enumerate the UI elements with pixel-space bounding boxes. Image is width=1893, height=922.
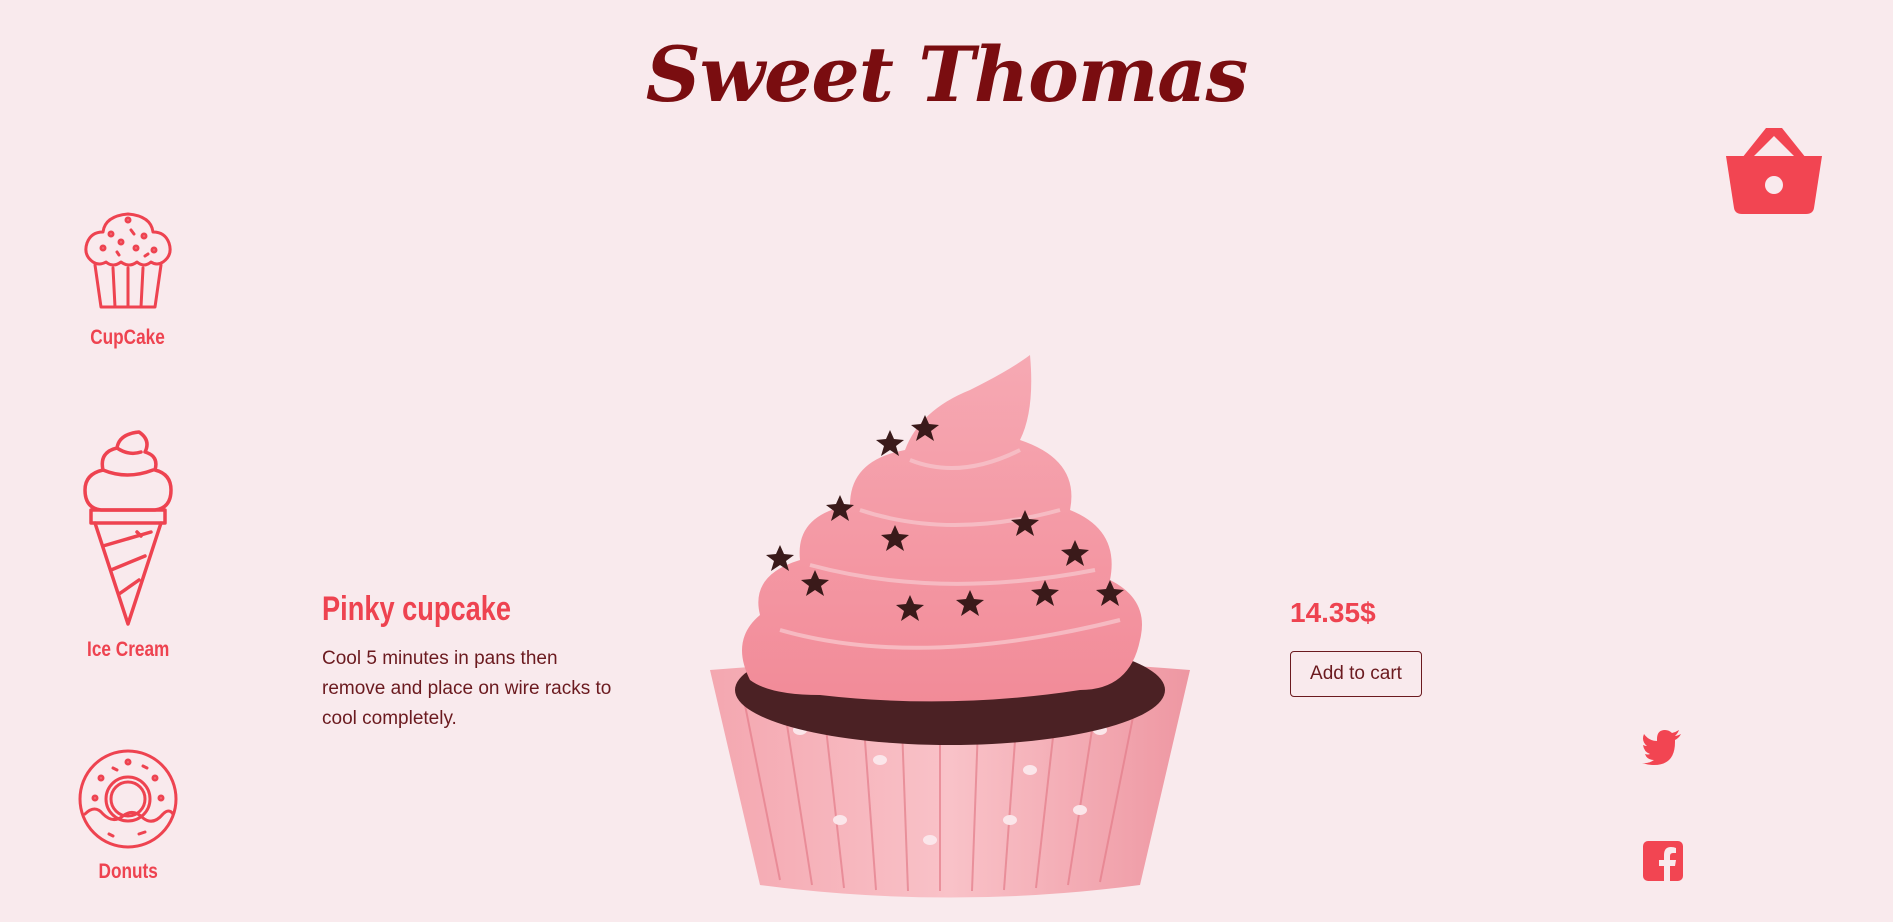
basket-icon[interactable] bbox=[1724, 124, 1824, 216]
category-ice-cream[interactable]: Ice Cream bbox=[68, 428, 188, 662]
category-label: CupCake bbox=[90, 326, 166, 349]
brand-title[interactable]: Sweet Thomas bbox=[0, 30, 1893, 119]
facebook-icon[interactable] bbox=[1643, 841, 1683, 881]
pink-cupcake-image bbox=[710, 355, 1190, 898]
category-label: Donuts bbox=[98, 860, 158, 883]
category-label: Ice Cream bbox=[86, 638, 170, 661]
product-price: 14.35$ bbox=[1290, 597, 1376, 628]
twitter-icon[interactable] bbox=[1642, 729, 1682, 765]
donut-icon bbox=[78, 749, 178, 849]
category-cupcake[interactable]: CupCake bbox=[68, 210, 188, 350]
add-to-cart-button[interactable]: Add to cart bbox=[1290, 651, 1422, 697]
category-donuts[interactable]: Donuts bbox=[68, 748, 188, 884]
cupcake-icon bbox=[84, 212, 172, 309]
product-name: Pinky cupcake bbox=[322, 590, 511, 628]
ice-cream-cone-icon bbox=[83, 430, 173, 626]
product-description: Cool 5 minutes in pans then remove and p… bbox=[322, 648, 612, 729]
